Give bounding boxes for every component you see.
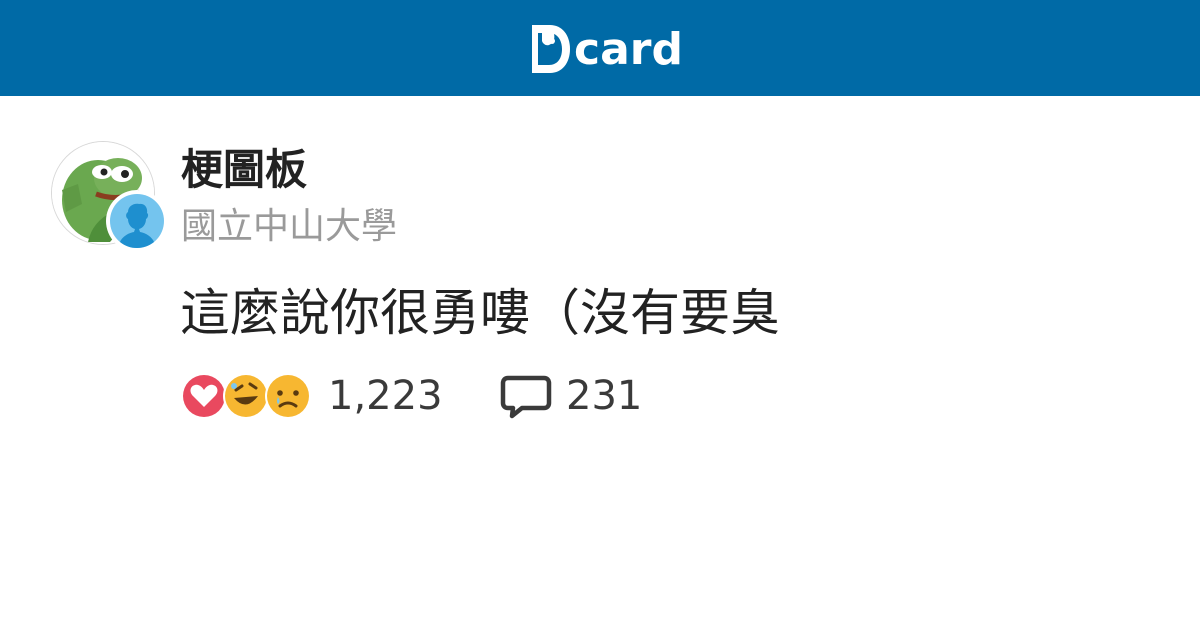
dcard-logo-mark-icon (532, 25, 570, 73)
post-title[interactable]: 這麼說你很勇嘍（沒有要臭 (180, 281, 780, 345)
dcard-logo-text: card (574, 24, 683, 75)
heart-icon (181, 373, 227, 419)
school-badge (106, 190, 168, 252)
crying-emoji-icon (265, 373, 311, 419)
school-name: 國立中山大學 (181, 206, 398, 247)
dcard-header: card (0, 0, 1200, 96)
laughing-emoji-icon (223, 373, 269, 419)
post-stats: 1,223 231 (180, 372, 642, 420)
reaction-icons[interactable] (180, 372, 312, 420)
forum-name[interactable]: 梗圖板 (181, 144, 307, 196)
dcard-logo[interactable]: card (528, 22, 683, 76)
comment-count: 231 (566, 373, 643, 419)
anonymous-user-icon (110, 194, 164, 248)
comment-bubble-icon[interactable] (500, 372, 552, 420)
reaction-count: 1,223 (328, 373, 443, 419)
